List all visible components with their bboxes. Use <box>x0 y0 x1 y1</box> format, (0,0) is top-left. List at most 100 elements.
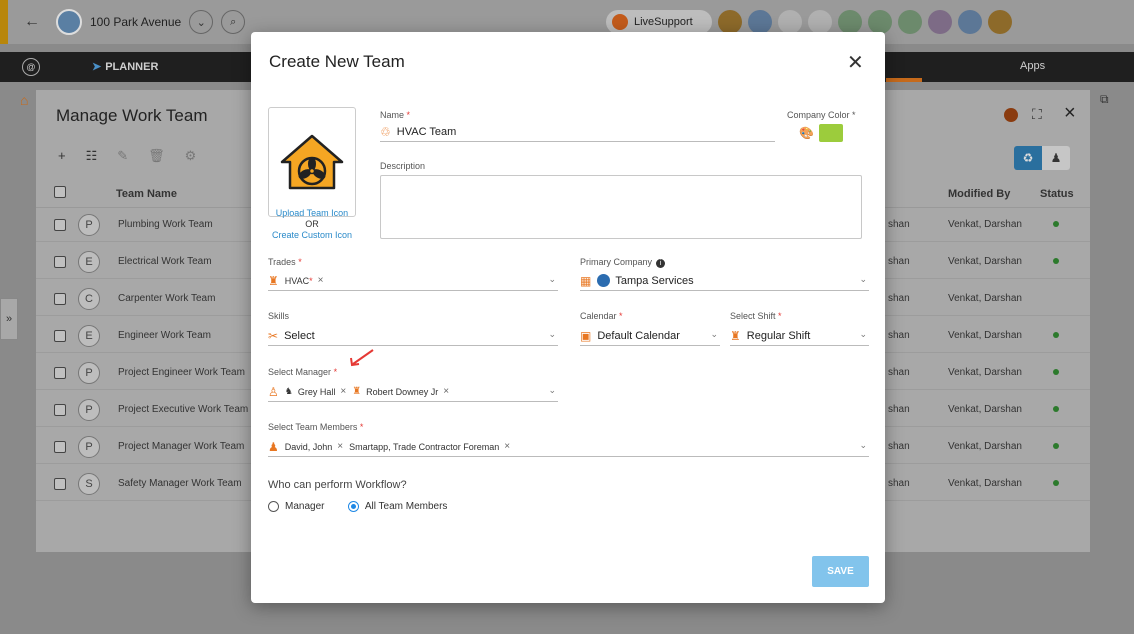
team-icon: P <box>78 399 100 421</box>
chevron-down-icon[interactable]: ⌄ <box>859 329 867 340</box>
save-button[interactable]: SAVE <box>812 556 869 587</box>
team-name[interactable]: Safety Manager Work Team <box>118 478 242 489</box>
select-all-checkbox[interactable] <box>54 186 66 198</box>
search-icon[interactable]: ⌕ <box>221 10 246 34</box>
row-checkbox[interactable] <box>54 256 66 268</box>
back-arrow-icon[interactable]: ← <box>24 13 40 31</box>
team-name[interactable]: Plumbing Work Team <box>118 219 213 230</box>
app-logo-icon[interactable]: @ <box>22 58 40 76</box>
help-icon[interactable] <box>718 10 742 34</box>
team-name[interactable]: Project Engineer Work Team <box>118 367 245 378</box>
manager-chip[interactable]: ♞ Grey Hall × <box>285 386 346 397</box>
apps-grid-icon[interactable] <box>958 10 982 34</box>
chevron-down-icon[interactable]: ⌄ <box>859 440 867 451</box>
image-icon[interactable] <box>808 10 832 34</box>
chevron-down-icon[interactable]: ⌄ <box>859 274 867 285</box>
palette-icon[interactable]: 🎨 <box>799 126 814 140</box>
chevron-down-icon[interactable]: ⌄ <box>548 274 556 285</box>
team-name[interactable]: Engineer Work Team <box>118 330 211 341</box>
chevron-down-icon[interactable]: ⌄ <box>548 385 556 396</box>
remove-chip-icon[interactable]: × <box>504 441 510 452</box>
icon-links: Upload Team Icon OR Create Custom Icon <box>268 208 356 241</box>
manager-chip[interactable]: ♜ Robert Downey Jr × <box>352 386 449 397</box>
profile-avatar-icon[interactable] <box>988 10 1012 34</box>
trades-select[interactable]: ♜ HVAC * × ⌄ <box>268 271 558 291</box>
close-icon[interactable]: × <box>1064 102 1076 125</box>
project-name[interactable]: 100 Park Avenue <box>90 15 181 29</box>
person-icon[interactable]: ♟ <box>1042 146 1070 170</box>
recycle-icon[interactable]: ♻ <box>1014 146 1042 170</box>
worker-icon: ♜ <box>730 328 741 343</box>
close-icon[interactable]: ✕ <box>847 50 864 75</box>
delete-icon[interactable]: 🗑 <box>148 148 165 164</box>
chevron-down-icon[interactable]: ⌄ <box>189 10 214 34</box>
nav-apps[interactable]: Apps <box>1020 60 1045 72</box>
trade-chip[interactable]: HVAC * × <box>285 275 324 286</box>
team-name[interactable]: Electrical Work Team <box>118 256 212 267</box>
description-textarea[interactable] <box>380 175 862 239</box>
row-checkbox[interactable] <box>54 293 66 305</box>
nav-planner[interactable]: ➤ PLANNER <box>92 60 158 73</box>
member-chip[interactable]: David, John × <box>285 441 343 452</box>
project-avatar[interactable] <box>56 9 82 35</box>
create-custom-icon-link[interactable]: Create Custom Icon <box>268 230 356 241</box>
grid-icon[interactable] <box>838 10 862 34</box>
modal-title: Create New Team <box>269 52 405 71</box>
upload-team-icon-link[interactable]: Upload Team Icon <box>268 208 356 219</box>
row-checkbox[interactable] <box>54 441 66 453</box>
remove-chip-icon[interactable]: × <box>337 441 343 452</box>
radio-manager-label[interactable]: Manager <box>285 501 324 512</box>
manager-select[interactable]: ♙ ♞ Grey Hall × ♜ Robert Downey Jr × ⌄ <box>268 382 558 402</box>
user-icon: ♟ <box>268 439 279 454</box>
remove-chip-icon[interactable]: × <box>318 275 324 286</box>
col-status[interactable]: Status <box>1040 188 1074 200</box>
radio-all-members[interactable] <box>347 501 359 513</box>
remove-chip-icon[interactable]: × <box>443 386 449 397</box>
tools-icon[interactable] <box>748 10 772 34</box>
edit-icon[interactable]: ✎ <box>117 148 128 164</box>
chevron-down-icon[interactable]: ⌄ <box>710 329 718 340</box>
col-team-name[interactable]: Team Name <box>116 188 177 200</box>
help-icon[interactable] <box>1004 108 1018 122</box>
row-checkbox[interactable] <box>54 404 66 416</box>
primary-company-select[interactable]: ▦ Tampa Services ⌄ <box>580 271 869 291</box>
name-field[interactable]: ♲ HVAC Team <box>380 122 775 142</box>
chat-icon[interactable] <box>868 10 892 34</box>
row-checkbox[interactable] <box>54 478 66 490</box>
side-expand-tab[interactable]: » <box>0 298 18 340</box>
live-support-button[interactable]: LiveSupport <box>606 10 712 34</box>
col-modified-by[interactable]: Modified By <box>948 188 1010 200</box>
radio-all-members-label[interactable]: All Team Members <box>365 501 448 512</box>
external-link-icon[interactable]: ⧉ <box>1100 92 1109 107</box>
radio-manager[interactable] <box>268 501 279 513</box>
calendar-select[interactable]: ▣ Default Calendar ⌄ <box>580 326 720 346</box>
team-icon-preview[interactable] <box>268 107 356 217</box>
team-members-select[interactable]: ♟ David, John × Smartapp, Trade Contracto… <box>268 437 869 457</box>
people-icon[interactable] <box>898 10 922 34</box>
settings-icon[interactable]: ⚙ <box>185 148 197 164</box>
row-checkbox[interactable] <box>54 367 66 379</box>
document-icon[interactable] <box>778 10 802 34</box>
user-avatar-icon[interactable] <box>928 10 952 34</box>
team-name[interactable]: Project Executive Work Team <box>118 404 248 415</box>
team-name[interactable]: Carpenter Work Team <box>118 293 215 304</box>
expand-icon[interactable]: ⛶ <box>1032 106 1042 123</box>
row-checkbox[interactable] <box>54 330 66 342</box>
team-icon[interactable]: ☷ <box>86 148 98 164</box>
row-checkbox[interactable] <box>54 219 66 231</box>
add-icon[interactable]: + <box>58 148 66 164</box>
info-icon[interactable]: i <box>656 259 666 268</box>
house-fan-icon <box>280 134 344 190</box>
chevron-down-icon[interactable]: ⌄ <box>548 329 556 340</box>
remove-chip-icon[interactable]: × <box>340 386 346 397</box>
company-color-swatch[interactable] <box>819 124 843 142</box>
home-icon[interactable]: ⌂ <box>20 92 28 108</box>
workflow-radio-group: Manager All Team Members <box>268 499 467 513</box>
workflow-label: Who can perform Workflow? <box>268 479 407 491</box>
team-name[interactable]: Project Manager Work Team <box>118 441 244 452</box>
panel-toolbar: + ☷ ✎ 🗑 ⚙ <box>58 148 196 164</box>
shift-select[interactable]: ♜ Regular Shift ⌄ <box>730 326 869 346</box>
skills-select[interactable]: ✂ Select ⌄ <box>268 326 558 346</box>
team-icon: E <box>78 251 100 273</box>
member-chip[interactable]: Smartapp, Trade Contractor Foreman × <box>349 441 510 452</box>
